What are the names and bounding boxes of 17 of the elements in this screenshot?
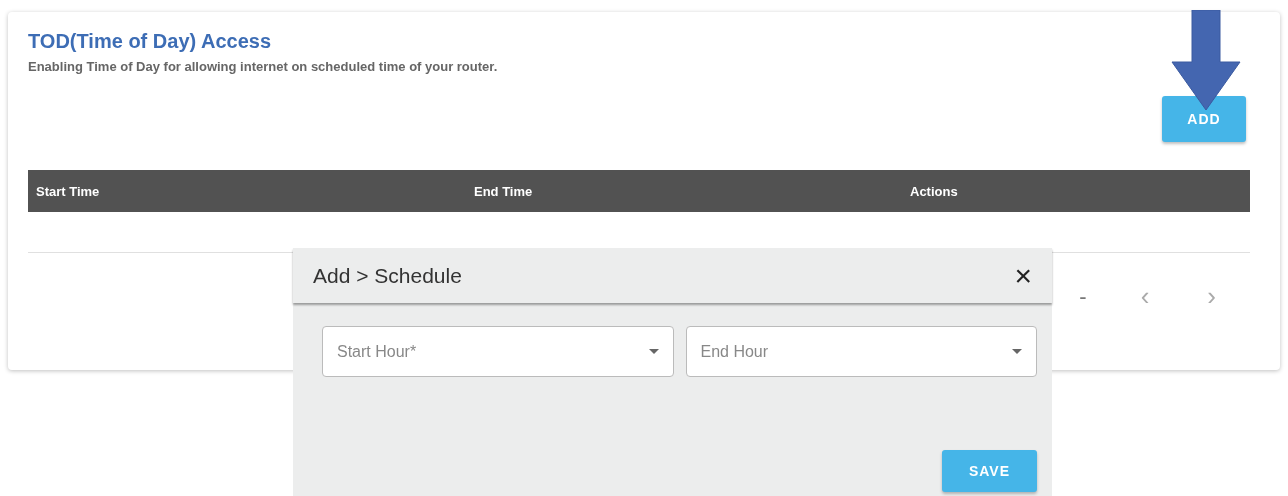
hour-select[interactable]: Start Hour* — [322, 326, 674, 377]
dropdown-caret-icon — [648, 349, 659, 354]
down-arrow-icon — [1170, 10, 1242, 112]
save-button[interactable]: SAVE — [942, 450, 1037, 492]
close-button[interactable]: × — [1008, 258, 1038, 293]
dropdown-caret-icon — [1012, 349, 1022, 354]
card-description: Enabling Time of Day for allowing internet on scheduled time of your router. — [28, 59, 499, 74]
dialog-title: Add > Schedule — [313, 263, 462, 288]
add-button[interactable]: ADD — [1162, 96, 1246, 142]
previous-page-button[interactable]: ‹ — [1136, 281, 1154, 312]
hour-select[interactable]: End Hour — [685, 326, 1037, 377]
card-title: TOD(Time of Day) Access — [28, 30, 273, 53]
column-header: Start Time — [35, 183, 101, 199]
column-header: End Time — [473, 183, 534, 199]
column-header: Actions — [909, 183, 959, 199]
page-range: - — [1079, 283, 1087, 310]
next-page-button[interactable]: › — [1203, 281, 1220, 312]
